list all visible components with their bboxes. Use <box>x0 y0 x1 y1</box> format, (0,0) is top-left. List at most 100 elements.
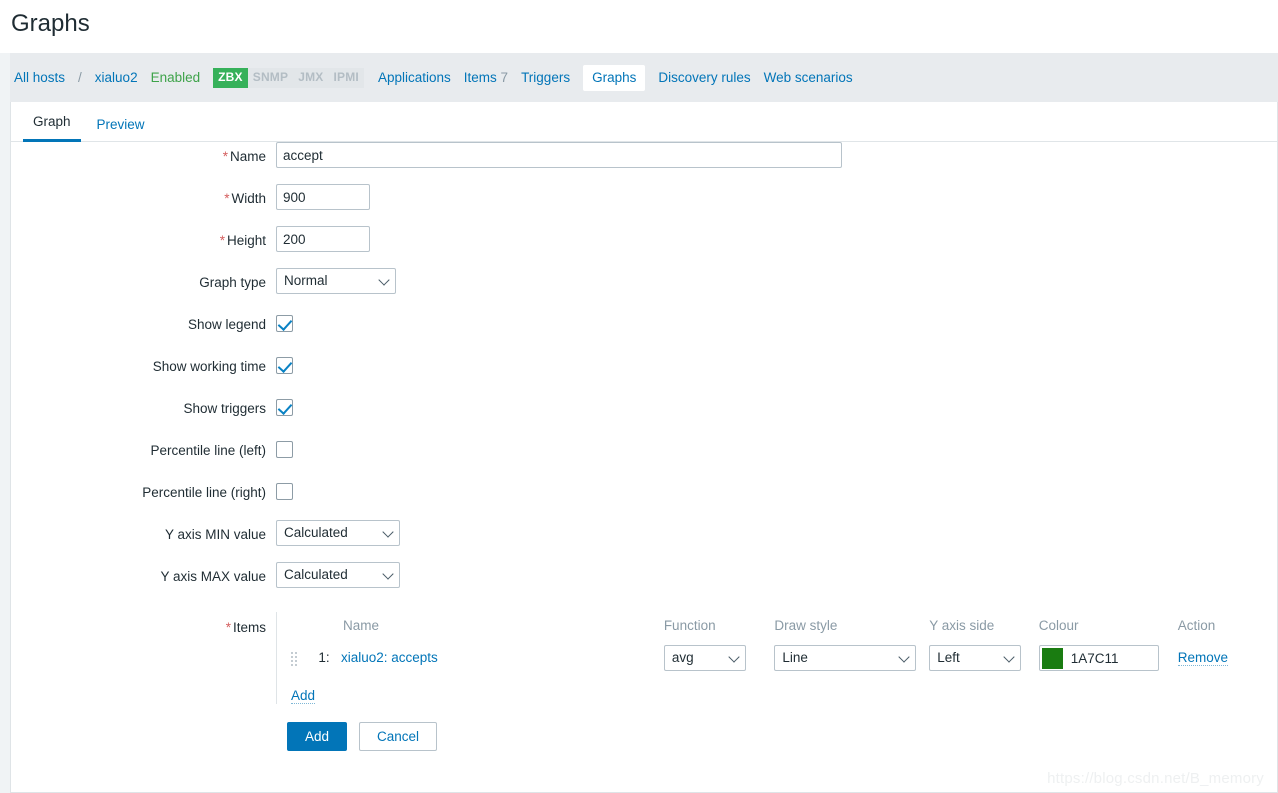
nav-item-discovery-rules[interactable]: Discovery rules <box>658 66 750 89</box>
column-header-draw-style: Draw style <box>774 618 838 633</box>
badge-zbx[interactable]: ZBX <box>213 67 248 88</box>
badge-jmx[interactable]: JMX <box>293 67 329 88</box>
item-name-link[interactable]: xialuo2: accepts <box>341 650 438 665</box>
required-marker-width: * <box>224 191 230 206</box>
item-y-axis-side-select[interactable]: Left <box>929 645 1022 672</box>
nav-item-graphs[interactable]: Graphs <box>583 64 646 91</box>
show-working-time-checkbox[interactable] <box>276 357 293 374</box>
name-input[interactable] <box>276 142 842 168</box>
item-draw-style-select[interactable]: Line <box>774 645 917 672</box>
page-title: Graphs <box>11 10 90 37</box>
items-table-container: Name Function Draw style Y axis side Col… <box>276 612 1262 704</box>
field-row-percentile-left: Percentile line (left) <box>11 436 1277 478</box>
badge-ipmi[interactable]: IPMI <box>328 67 364 88</box>
graph-type-select[interactable]: Normal <box>276 268 396 294</box>
field-row-height: * Height <box>11 226 1277 268</box>
percentile-right-checkbox[interactable] <box>276 483 293 500</box>
remove-item-link[interactable]: Remove <box>1177 650 1228 667</box>
width-input[interactable] <box>276 184 370 210</box>
item-colour-input[interactable]: 1A7C11 <box>1038 645 1159 671</box>
field-row-show-working-time: Show working time <box>11 352 1277 394</box>
app-root: Graphs All hosts / xialuo2 Enabled ZBX S… <box>0 0 1278 793</box>
label-y-axis-max: Y axis MAX value <box>160 569 266 584</box>
field-row-show-legend: Show legend <box>11 310 1277 352</box>
label-percentile-right: Percentile line (right) <box>142 485 266 500</box>
add-item-link[interactable]: Add <box>291 688 316 704</box>
field-row-name: * Name <box>11 142 1277 184</box>
field-row-y-axis-max: Y axis MAX value Calculated <box>11 562 1277 604</box>
item-function-select[interactable]: avg <box>663 645 746 672</box>
chevron-down-icon <box>728 651 740 663</box>
column-header-name: Name <box>343 618 380 633</box>
chevron-down-icon <box>898 651 911 663</box>
breadcrumb-host-xialuo2[interactable]: xialuo2 <box>95 66 138 89</box>
label-height: * Height <box>11 226 276 250</box>
tab-graph[interactable]: Graph <box>23 114 81 142</box>
items-table-header-row: Name Function Draw style Y axis side Col… <box>291 612 1262 641</box>
field-row-show-triggers: Show triggers <box>11 394 1277 436</box>
column-header-function: Function <box>663 618 716 633</box>
item-colour-value: 1A7C11 <box>1070 650 1119 666</box>
item-action-cell: Remove <box>1177 641 1262 676</box>
label-width-text: Width <box>231 191 266 206</box>
label-items: * Items <box>11 612 276 637</box>
tab-preview[interactable]: Preview <box>87 117 155 142</box>
item-name-cell: 1: xialuo2: accepts <box>291 641 664 676</box>
y-axis-min-select[interactable]: Calculated <box>276 520 400 546</box>
content-card: Graph Preview *Name *Width *Height <box>10 102 1278 793</box>
column-header-y-axis-side: Y axis side <box>929 618 995 633</box>
required-marker-name: * <box>222 149 228 164</box>
title-bar: Graphs <box>0 0 1278 53</box>
label-percentile-left: Percentile line (left) <box>150 443 266 458</box>
breadcrumb-all-hosts[interactable]: All hosts <box>14 66 65 89</box>
required-marker-height: * <box>219 233 225 248</box>
item-y-axis-side-cell: Left <box>929 641 1039 676</box>
column-header-colour: Colour <box>1038 618 1079 633</box>
nav-item-items[interactable]: Items 7 <box>464 66 508 89</box>
host-status[interactable]: Enabled <box>151 70 201 85</box>
item-function-value: avg <box>671 650 694 666</box>
graph-type-value: Normal <box>284 273 328 288</box>
chevron-down-icon <box>1003 651 1015 663</box>
form-footer: Add Cancel <box>11 704 1277 751</box>
column-header-action: Action <box>1177 618 1216 633</box>
table-row: 1: xialuo2: accepts avg Line Left 1A7C11… <box>291 641 1262 676</box>
field-row-percentile-right: Percentile line (right) <box>11 478 1277 520</box>
nav-item-triggers[interactable]: Triggers <box>521 66 570 89</box>
label-items-text: Items <box>232 620 266 635</box>
show-legend-checkbox[interactable] <box>276 315 293 332</box>
chevron-down-icon <box>382 526 394 538</box>
show-triggers-checkbox[interactable] <box>276 399 293 416</box>
label-show-working-time: Show working time <box>152 359 266 374</box>
watermark: https://blog.csdn.net/B_memory <box>1047 770 1264 787</box>
field-row-items: * Items Name Function Draw style Y axis s… <box>11 612 1277 704</box>
y-axis-min-value: Calculated <box>284 525 348 540</box>
field-row-width: * Width <box>11 184 1277 226</box>
nav-item-items-count: 7 <box>500 70 509 85</box>
required-marker-items: * <box>225 620 231 635</box>
colour-swatch-icon[interactable] <box>1041 647 1063 669</box>
field-row-y-axis-min: Y axis MIN value Calculated <box>11 520 1277 562</box>
nav-item-web-scenarios[interactable]: Web scenarios <box>764 66 853 89</box>
label-width: * Width <box>11 184 276 208</box>
field-row-graph-type: Graph type Normal <box>11 268 1277 310</box>
y-axis-max-select[interactable]: Calculated <box>276 562 400 588</box>
badge-snmp[interactable]: SNMP <box>247 67 294 88</box>
label-graph-type: Graph type <box>199 275 266 290</box>
item-y-axis-side-value: Left <box>937 650 960 666</box>
submit-button[interactable]: Add <box>287 721 348 751</box>
label-name-text: Name <box>229 149 266 164</box>
nav-item-applications[interactable]: Applications <box>378 66 451 89</box>
nav-item-items-label: Items <box>463 70 497 85</box>
label-name: * Name <box>11 142 276 166</box>
drag-handle-icon[interactable] <box>291 651 301 667</box>
tab-bar: Graph Preview <box>11 102 1277 142</box>
cancel-button[interactable]: Cancel <box>359 721 438 751</box>
label-height-text: Height <box>226 233 266 248</box>
height-input[interactable] <box>276 226 370 252</box>
chevron-down-icon <box>378 274 390 286</box>
host-nav-bar: All hosts / xialuo2 Enabled ZBX SNMP JMX… <box>10 53 1278 102</box>
percentile-left-checkbox[interactable] <box>276 441 293 458</box>
item-colour-cell: 1A7C11 <box>1038 641 1178 676</box>
y-axis-max-value: Calculated <box>284 567 348 582</box>
